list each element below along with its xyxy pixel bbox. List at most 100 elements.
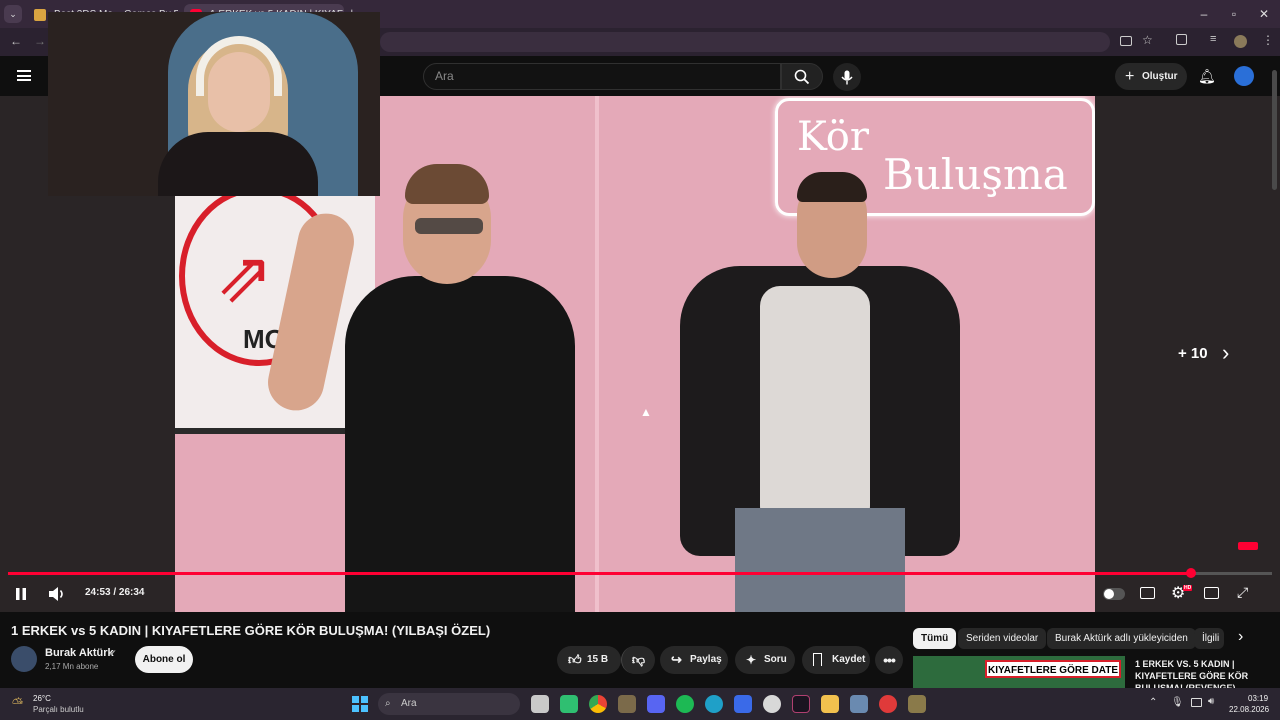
microphone-icon <box>841 70 853 84</box>
progress-bar-played[interactable] <box>8 572 1191 575</box>
plus-icon: + <box>1125 68 1135 85</box>
video-title: 1 ERKEK vs 5 KADIN | KIYAFETLERE GÖRE KÖ… <box>11 623 491 638</box>
like-button[interactable]: 👍︎ 15 B <box>557 646 621 674</box>
progress-scrubber[interactable] <box>1186 568 1196 578</box>
person-left-hair <box>405 164 489 204</box>
tab-favicon-icon <box>34 9 46 21</box>
voice-search-button[interactable] <box>833 63 861 91</box>
person-right-shirt <box>760 286 870 526</box>
thumbnail-banner: KIYAFETLERE GÖRE DATE <box>985 660 1121 678</box>
neon-sign-text-1: Kör <box>797 114 870 160</box>
save-button[interactable]: Kaydet <box>802 646 870 674</box>
tab-search-button[interactable]: ⌄ <box>4 5 22 23</box>
close-icon[interactable]: ✕ <box>1254 4 1274 24</box>
taskbar <box>0 688 1280 720</box>
verified-icon: ✔ <box>109 648 117 658</box>
app-icon-dark[interactable] <box>792 695 810 713</box>
share-icon: ↪ <box>671 652 682 667</box>
more-horizontal-icon: ••• <box>883 652 896 668</box>
subtitles-icon[interactable] <box>1140 587 1155 599</box>
progress-bar-remaining[interactable] <box>1191 572 1272 575</box>
taskbar-search[interactable]: ⌕ Ara <box>378 693 520 715</box>
subscriber-count: 2,17 Mn abone <box>45 662 99 671</box>
page-scrollbar-thumb[interactable] <box>1272 70 1277 190</box>
webcam-person-body <box>158 132 318 196</box>
notifications-bell-icon[interactable]: 🔔︎ <box>1198 68 1216 85</box>
person-left-glasses <box>415 218 483 234</box>
back-icon[interactable]: ← <box>10 34 22 48</box>
like-count: 15 B <box>587 654 609 665</box>
share-button[interactable]: ↪ Paylaş <box>660 646 728 674</box>
channel-name[interactable]: Burak Aktürk <box>45 647 114 659</box>
volume-button[interactable] <box>45 582 69 606</box>
chips-next-chevron-icon[interactable]: › <box>1238 628 1243 646</box>
bookmark-star-icon[interactable]: ☆ <box>1142 33 1153 47</box>
app-icon-green[interactable] <box>560 695 578 713</box>
create-button[interactable]: + Oluştur <box>1115 63 1187 90</box>
search-input[interactable]: Ara <box>423 63 781 90</box>
forward-icon[interactable]: → <box>34 34 46 48</box>
tray-mic-icon[interactable]: 🎙︎ <box>1171 697 1184 708</box>
clock-date[interactable]: 22.08.2026 <box>1229 705 1269 714</box>
start-windows-icon[interactable] <box>352 696 368 712</box>
recommended-thumbnail[interactable]: KIYAFETLERE GÖRE DATE <box>913 656 1125 688</box>
app-icon-league[interactable] <box>908 695 926 713</box>
minimize-icon[interactable]: – <box>1194 4 1214 24</box>
clock-time[interactable]: 03:19 <box>1248 694 1268 703</box>
miniplayer-icon[interactable] <box>1204 587 1219 599</box>
edge-icon[interactable] <box>705 695 723 713</box>
pause-button[interactable] <box>10 582 32 606</box>
search-icon <box>794 69 810 84</box>
poster-arrow-icon: ⇗ <box>215 238 274 316</box>
tray-display-icon[interactable] <box>1191 698 1202 707</box>
profile-avatar[interactable] <box>1234 35 1247 48</box>
extensions-icon[interactable] <box>1176 34 1187 45</box>
weather-temp[interactable]: 26°C <box>33 694 51 703</box>
hamburger-menu-icon[interactable] <box>17 70 31 81</box>
cast-icon[interactable] <box>1120 36 1132 46</box>
autoplay-toggle[interactable] <box>1103 588 1125 600</box>
discord-icon[interactable] <box>647 695 665 713</box>
file-explorer-icon[interactable] <box>821 695 839 713</box>
chip-series[interactable]: Seriden videolar <box>958 628 1047 649</box>
spotify-icon[interactable] <box>676 695 694 713</box>
time-separator: / <box>110 587 119 598</box>
ask-button[interactable]: ✦ Soru <box>735 646 795 674</box>
tray-chevron-icon[interactable]: ⌃ <box>1149 697 1157 708</box>
chip-uploader[interactable]: Burak Aktürk adlı yükleyiciden <box>1047 628 1196 649</box>
task-view-icon[interactable] <box>531 695 549 713</box>
recommended-title[interactable]: 1 ERKEK VS. 5 KADIN | KIYAFETLERE GÖRE K… <box>1135 658 1260 688</box>
app-icon-tool[interactable] <box>850 695 868 713</box>
chrome-icon[interactable] <box>589 695 607 713</box>
skip-forward-label[interactable]: + 10 <box>1178 345 1208 362</box>
more-actions-button[interactable]: ••• <box>875 646 903 674</box>
search-button[interactable] <box>781 63 823 90</box>
app-icon-blue[interactable] <box>734 695 752 713</box>
thumbs-up-icon: 👍︎ <box>568 652 582 667</box>
time-current: 24:53 <box>85 587 111 598</box>
media-control-icon[interactable]: ≡ <box>1210 33 1216 45</box>
url-field[interactable] <box>380 32 1110 52</box>
mouse-cursor-icon: ▲ <box>640 405 652 419</box>
chip-all[interactable]: Tümü <box>913 628 957 649</box>
browser-menu-icon[interactable]: ⋮ <box>1262 33 1274 47</box>
subscribe-button[interactable]: Abone ol <box>135 646 193 673</box>
app-icon-red[interactable] <box>879 695 897 713</box>
account-avatar[interactable] <box>1234 66 1254 86</box>
next-chevron-icon[interactable]: › <box>1222 340 1229 366</box>
fullscreen-icon[interactable]: ⤢ <box>1237 584 1248 601</box>
tray-volume-icon[interactable]: 🔊︎ <box>1208 696 1214 707</box>
share-label: Paylaş <box>690 654 722 665</box>
weather-icon[interactable]: ⛅︎ <box>12 695 23 712</box>
app-icon-book[interactable] <box>618 695 636 713</box>
dislike-button[interactable]: 👎︎ <box>621 646 655 674</box>
thumbs-down-icon: 👎︎ <box>631 652 646 667</box>
neon-sign-text-2: Buluşma <box>883 150 1068 199</box>
weather-desc[interactable]: Parçalı bulutlu <box>33 705 84 714</box>
chip-related[interactable]: İlgili <box>1194 628 1224 649</box>
restore-icon[interactable]: ▫ <box>1224 4 1244 24</box>
channel-avatar[interactable] <box>11 646 37 672</box>
wall-seam <box>595 96 599 612</box>
time-display: 24:53 / 26:34 <box>85 587 145 598</box>
chatgpt-icon[interactable] <box>763 695 781 713</box>
